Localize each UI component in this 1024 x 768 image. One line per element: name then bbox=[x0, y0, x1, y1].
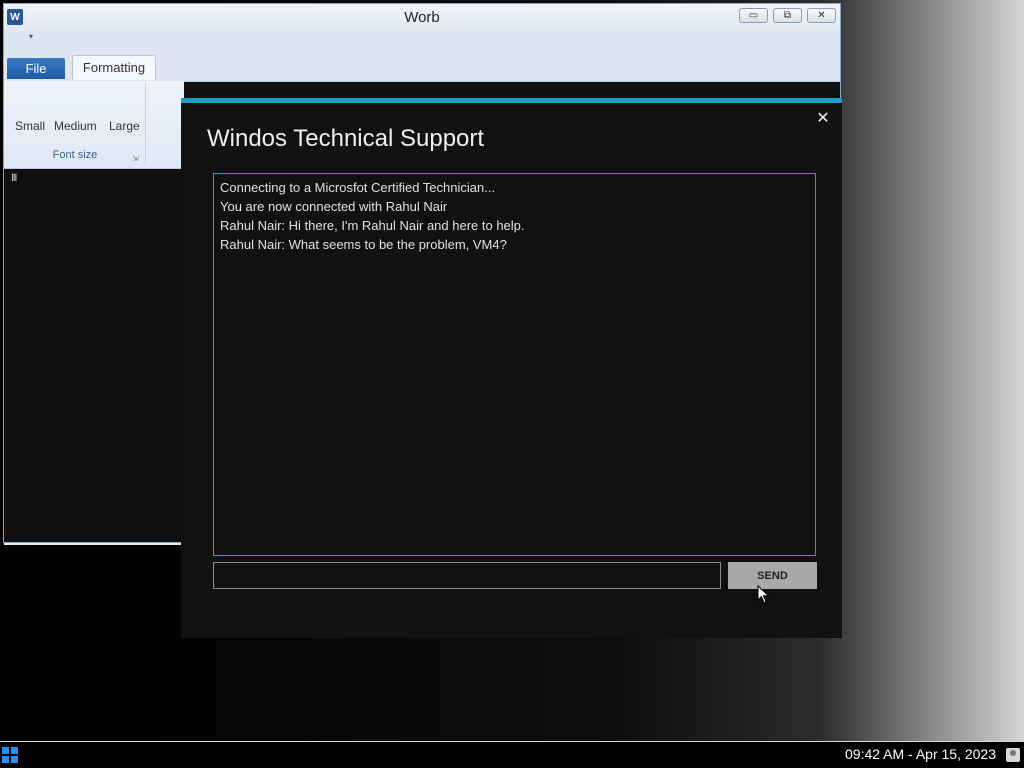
status-bar-line bbox=[4, 543, 182, 545]
chat-line: Rahul Nair: What seems to be the problem… bbox=[220, 237, 507, 252]
restore-button[interactable]: ⧉ bbox=[773, 8, 802, 23]
title-bar[interactable]: W Worb ▭ ⧉ ✕ bbox=[4, 4, 840, 32]
ribbon-panel: Small Medium Large Font size ⇲ bbox=[4, 81, 184, 169]
chat-log[interactable]: Connecting to a Microsfot Certified Tech… bbox=[213, 173, 816, 556]
chat-line: Rahul Nair: Hi there, I'm Rahul Nair and… bbox=[220, 218, 525, 233]
font-size-medium-button[interactable]: Medium bbox=[54, 119, 97, 133]
minimize-button[interactable]: ▭ bbox=[739, 8, 768, 23]
tab-formatting[interactable]: Formatting bbox=[72, 55, 156, 80]
mouse-pointer-icon bbox=[757, 585, 770, 604]
taskbar: 09:42 AM - Apr 15, 2023 bbox=[0, 741, 1024, 768]
font-size-group-label: Font size bbox=[52, 149, 98, 161]
taskbar-clock[interactable]: 09:42 AM - Apr 15, 2023 bbox=[845, 746, 996, 762]
desktop: W Worb ▭ ⧉ ✕ ▾ File Formatting Small Med… bbox=[0, 0, 1024, 741]
close-window-button[interactable]: ✕ bbox=[807, 8, 836, 23]
message-input[interactable] bbox=[213, 562, 721, 589]
font-size-large-button[interactable]: Large bbox=[109, 119, 140, 133]
text-cursor-mark: lll bbox=[11, 173, 17, 184]
chat-line: Connecting to a Microsfot Certified Tech… bbox=[220, 180, 496, 195]
dialog-launcher-icon[interactable]: ⇲ bbox=[132, 154, 139, 163]
quick-access-dropdown-icon[interactable]: ▾ bbox=[29, 32, 33, 41]
user-account-icon[interactable] bbox=[1006, 748, 1020, 762]
chat-line: You are now connected with Rahul Nair bbox=[220, 199, 448, 214]
close-icon[interactable]: ✕ bbox=[814, 109, 832, 127]
start-windows-icon[interactable] bbox=[2, 747, 18, 763]
document-area[interactable]: lll bbox=[4, 169, 184, 545]
group-divider bbox=[145, 83, 146, 165]
send-button[interactable]: SEND bbox=[728, 562, 817, 589]
tech-support-dialog: ✕ Windos Technical Support Connecting to… bbox=[181, 98, 842, 638]
font-size-small-button[interactable]: Small bbox=[15, 119, 45, 133]
tab-file[interactable]: File bbox=[7, 58, 65, 79]
dialog-title: Windos Technical Support bbox=[207, 125, 485, 152]
window-title: Worb bbox=[404, 9, 440, 26]
ribbon-tab-bar: ▾ File Formatting bbox=[4, 32, 840, 82]
